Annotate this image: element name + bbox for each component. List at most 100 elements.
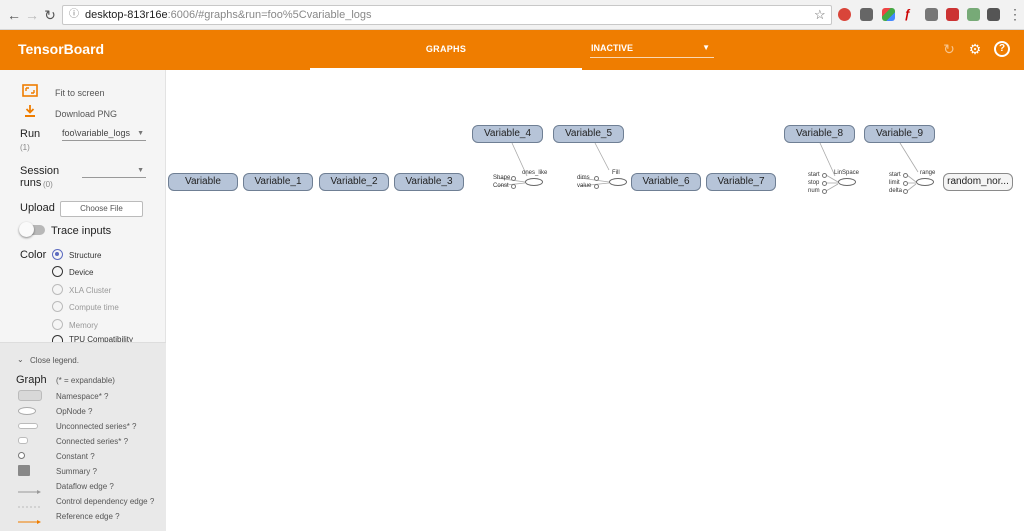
- color-radio-tpu-compatibility[interactable]: [52, 335, 63, 342]
- edge-start-range: [906, 174, 917, 183]
- op-label-fill: Fill: [612, 170, 620, 176]
- color-radio-memory[interactable]: [52, 319, 63, 330]
- summary-chart-icon: [18, 465, 30, 476]
- graph-node-variable[interactable]: Variable: [168, 173, 238, 191]
- choose-file-button[interactable]: Choose File: [60, 201, 143, 217]
- color-radio-structure[interactable]: [52, 249, 63, 260]
- constant-node-num[interactable]: [822, 189, 827, 194]
- extension-icon[interactable]: ƒ: [904, 8, 917, 21]
- reload-icon[interactable]: ↻: [42, 7, 58, 23]
- session-runs-label-2: runs: [20, 177, 42, 189]
- run-select[interactable]: foo\variable_logs ▼: [62, 128, 146, 141]
- legend-reference-edge[interactable]: Reference edge ?: [56, 512, 120, 521]
- op-node-linspace[interactable]: [838, 178, 856, 186]
- color-option-memory[interactable]: Memory: [69, 321, 98, 330]
- legend-dataflow-edge[interactable]: Dataflow edge ?: [56, 482, 114, 491]
- download-icon[interactable]: [23, 104, 37, 121]
- constant-node-stop[interactable]: [822, 181, 827, 186]
- color-option-tpu-compatibility[interactable]: TPU Compatibility: [69, 335, 133, 342]
- color-option-compute-time[interactable]: Compute time: [69, 303, 119, 312]
- chevron-down-icon: ▼: [137, 130, 144, 137]
- back-arrow-icon[interactable]: ←: [6, 7, 22, 23]
- sidebar: Fit to screen Download PNG Run (1) foo\v…: [0, 70, 166, 531]
- graph-node-variable-5[interactable]: Variable_5: [553, 125, 624, 143]
- help-icon[interactable]: ?: [994, 41, 1010, 57]
- bookmark-star-icon[interactable]: ☆: [814, 7, 826, 23]
- constant-node-dims[interactable]: [594, 176, 599, 181]
- close-legend-button[interactable]: Close legend.: [30, 356, 79, 365]
- gear-icon[interactable]: ⚙: [967, 41, 983, 57]
- graph-node-variable-8[interactable]: Variable_8: [784, 125, 855, 143]
- edge-variable-8-linspace: [819, 142, 836, 177]
- app-header: TensorBoard GRAPHS INACTIVE ▼ ↻ ⚙ ?: [0, 30, 1024, 70]
- constant-node-shape[interactable]: [511, 176, 516, 181]
- color-radio-device[interactable]: [52, 266, 63, 277]
- extension-icon[interactable]: [925, 8, 938, 21]
- reference-edge-icon: [18, 512, 42, 524]
- graph-node-variable-2[interactable]: Variable_2: [319, 173, 389, 191]
- fit-to-screen-icon[interactable]: [22, 84, 38, 100]
- constant-node-delta[interactable]: [903, 189, 908, 194]
- constant-node-const[interactable]: [511, 184, 516, 189]
- color-option-device[interactable]: Device: [69, 268, 93, 277]
- color-option-xla-cluster[interactable]: XLA Cluster: [69, 286, 111, 295]
- constant-node-limit[interactable]: [903, 181, 908, 186]
- refresh-icon[interactable]: ↻: [941, 41, 957, 57]
- trace-inputs-label: Trace inputs: [51, 225, 112, 237]
- chevron-down-icon: ▼: [137, 167, 144, 174]
- extension-icon[interactable]: [967, 8, 980, 21]
- graph-node-variable-4[interactable]: Variable_4: [472, 125, 543, 143]
- legend-unconnected-series[interactable]: Unconnected series* ?: [56, 422, 137, 431]
- constant-node-start[interactable]: [822, 173, 827, 178]
- session-runs-select[interactable]: ▼: [82, 165, 146, 178]
- browser-menu-icon[interactable]: ⋮: [1008, 6, 1022, 23]
- legend-constant[interactable]: Constant ?: [56, 452, 95, 461]
- browser-toolbar: ← → ↻ ⓘ desktop-813r16e:6006/#graphs&run…: [0, 0, 1024, 30]
- forward-arrow-icon[interactable]: →: [24, 7, 40, 23]
- upload-label: Upload: [20, 202, 55, 214]
- edge-variable-9-range: [899, 142, 919, 173]
- trace-inputs-toggle[interactable]: [19, 222, 45, 237]
- tab-graphs[interactable]: GRAPHS: [310, 30, 582, 70]
- op-input-start: start: [808, 172, 820, 178]
- op-node-fill[interactable]: [609, 178, 627, 186]
- extension-icon[interactable]: [882, 8, 895, 21]
- color-radio-xla-cluster[interactable]: [52, 284, 63, 295]
- fit-to-screen-button[interactable]: Fit to screen: [55, 88, 105, 98]
- op-node-range[interactable]: [916, 178, 934, 186]
- legend-namespace[interactable]: Namespace* ?: [56, 392, 108, 401]
- op-input-shape: Shape: [493, 175, 511, 181]
- constant-shape-icon: [18, 452, 25, 459]
- extension-icon[interactable]: [946, 8, 959, 21]
- legend-control-dependency-edge[interactable]: Control dependency edge ?: [56, 497, 154, 506]
- graph-canvas[interactable]: Variable_4 Variable_5 Variable_8 Variabl…: [166, 70, 1024, 531]
- constant-node-value[interactable]: [594, 184, 599, 189]
- legend-summary[interactable]: Summary ?: [56, 467, 97, 476]
- color-radio-compute-time[interactable]: [52, 301, 63, 312]
- download-png-button[interactable]: Download PNG: [55, 109, 117, 119]
- inactive-plugins-dropdown[interactable]: INACTIVE ▼: [590, 41, 714, 58]
- op-input-delta: delta: [889, 188, 903, 194]
- extension-icon[interactable]: [987, 8, 1000, 21]
- graph-node-variable-3[interactable]: Variable_3: [394, 173, 464, 191]
- extension-icon[interactable]: [838, 8, 851, 21]
- address-bar[interactable]: ⓘ desktop-813r16e:6006/#graphs&run=foo%5…: [62, 5, 832, 25]
- op-node-ones-like[interactable]: [525, 178, 543, 186]
- graph-node-variable-7[interactable]: Variable_7: [706, 173, 776, 191]
- graph-node-variable-6[interactable]: Variable_6: [631, 173, 701, 191]
- graph-node-variable-1[interactable]: Variable_1: [243, 173, 313, 191]
- legend-connected-series[interactable]: Connected series* ?: [56, 437, 128, 446]
- graph-node-random-normal[interactable]: random_nor...: [943, 173, 1013, 191]
- chevron-down-icon[interactable]: ⌄: [17, 355, 24, 364]
- run-select-value: foo\variable_logs: [62, 128, 131, 138]
- legend-opnode[interactable]: OpNode ?: [56, 407, 92, 416]
- namespace-shape-icon: [18, 390, 42, 401]
- info-icon[interactable]: ⓘ: [69, 6, 79, 24]
- edge-delta-range: [906, 183, 917, 192]
- color-option-structure[interactable]: Structure: [69, 251, 101, 260]
- constant-node-start[interactable]: [903, 173, 908, 178]
- connected-series-shape-icon: [18, 437, 28, 444]
- extension-icon[interactable]: [860, 8, 873, 21]
- graph-node-variable-9[interactable]: Variable_9: [864, 125, 935, 143]
- run-count: (1): [20, 143, 30, 152]
